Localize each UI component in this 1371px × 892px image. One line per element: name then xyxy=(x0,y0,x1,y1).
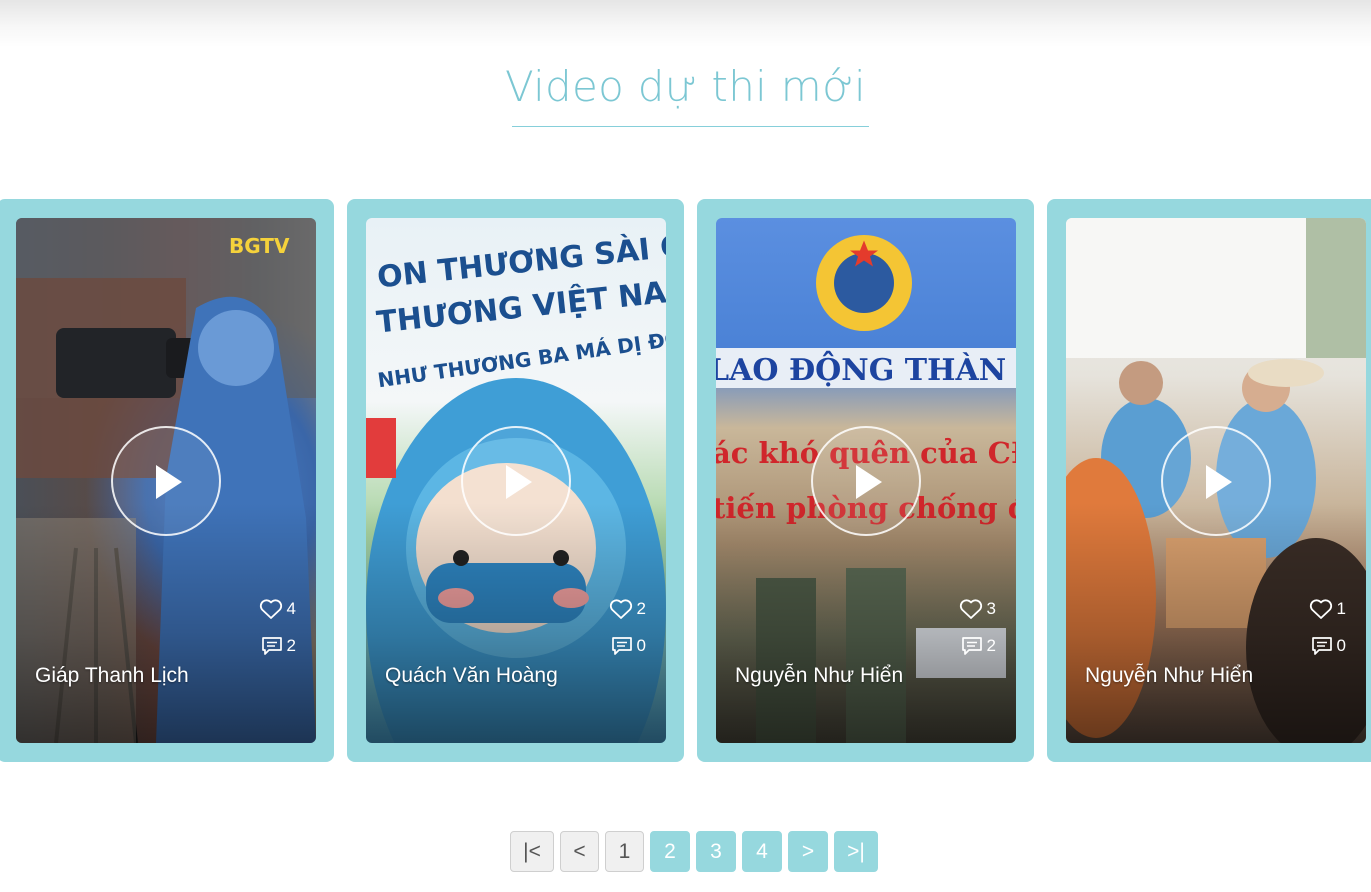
comment-icon[interactable] xyxy=(611,636,633,656)
thumbnail-shade xyxy=(716,503,1016,743)
comment-value: 0 xyxy=(636,636,646,655)
comment-icon[interactable] xyxy=(961,636,983,656)
pagination: |< < 1 2 3 4 > >| xyxy=(510,831,878,872)
like-value: 2 xyxy=(636,599,646,618)
heart-icon[interactable] xyxy=(259,598,283,620)
section-title: Video dự thi mới xyxy=(504,62,867,111)
video-card[interactable]: 1 0 Nguyễn Như Hiển xyxy=(1047,199,1371,762)
like-value: 1 xyxy=(1336,599,1346,618)
like-value: 3 xyxy=(986,599,996,618)
video-author[interactable]: Giáp Thanh Lịch xyxy=(35,664,189,688)
thumbnail-shade xyxy=(16,503,316,743)
video-thumbnail[interactable]: 1 0 Nguyễn Như Hiển xyxy=(1066,218,1366,743)
last-page-button[interactable]: >| xyxy=(834,831,878,872)
video-card[interactable]: ON THƯƠNG SÀI GÒN THƯƠNG VIỆT NAM NHƯ TH… xyxy=(347,199,684,762)
video-thumbnail[interactable]: ON THƯƠNG SÀI GÒN THƯƠNG VIỆT NAM NHƯ TH… xyxy=(366,218,666,743)
video-card[interactable]: LAO ĐỘNG THÀN ác khó quên của CĐCS tiến … xyxy=(697,199,1034,762)
next-page-button[interactable]: > xyxy=(788,831,828,872)
header-shadow xyxy=(0,0,1371,48)
first-page-button[interactable]: |< xyxy=(510,831,554,872)
comment-count[interactable]: 0 xyxy=(611,636,646,656)
page-button-4[interactable]: 4 xyxy=(742,831,782,872)
video-card[interactable]: BGTV 4 2 Giáp Thanh Lịch xyxy=(0,199,334,762)
play-icon[interactable] xyxy=(111,426,221,536)
video-author[interactable]: Quách Văn Hoàng xyxy=(385,664,558,688)
video-author[interactable]: Nguyễn Như Hiển xyxy=(735,664,903,688)
page-button-2[interactable]: 2 xyxy=(650,831,690,872)
thumbnail-shade xyxy=(366,503,666,743)
like-count[interactable]: 1 xyxy=(1309,598,1346,620)
like-count[interactable]: 2 xyxy=(609,598,646,620)
play-icon[interactable] xyxy=(1161,426,1271,536)
title-underline xyxy=(512,126,869,127)
comment-count[interactable]: 2 xyxy=(961,636,996,656)
thumbnail-shade xyxy=(1066,503,1366,743)
heart-icon[interactable] xyxy=(1309,598,1333,620)
play-icon[interactable] xyxy=(811,426,921,536)
comment-value: 2 xyxy=(286,636,296,655)
comment-value: 0 xyxy=(1336,636,1346,655)
prev-page-button[interactable]: < xyxy=(560,831,599,872)
comment-value: 2 xyxy=(986,636,996,655)
heart-icon[interactable] xyxy=(959,598,983,620)
video-thumbnail[interactable]: BGTV 4 2 Giáp Thanh Lịch xyxy=(16,218,316,743)
comment-count[interactable]: 2 xyxy=(261,636,296,656)
svg-text:BGTV: BGTV xyxy=(229,234,290,258)
like-count[interactable]: 4 xyxy=(259,598,296,620)
play-icon[interactable] xyxy=(461,426,571,536)
svg-text:LAO ĐỘNG THÀN: LAO ĐỘNG THÀN xyxy=(716,350,1006,388)
page-button-3[interactable]: 3 xyxy=(696,831,736,872)
heart-icon[interactable] xyxy=(609,598,633,620)
like-value: 4 xyxy=(286,599,296,618)
page-button-1[interactable]: 1 xyxy=(605,831,644,872)
video-author[interactable]: Nguyễn Như Hiển xyxy=(1085,664,1253,688)
video-thumbnail[interactable]: LAO ĐỘNG THÀN ác khó quên của CĐCS tiến … xyxy=(716,218,1016,743)
comment-count[interactable]: 0 xyxy=(1311,636,1346,656)
comment-icon[interactable] xyxy=(261,636,283,656)
like-count[interactable]: 3 xyxy=(959,598,996,620)
comment-icon[interactable] xyxy=(1311,636,1333,656)
